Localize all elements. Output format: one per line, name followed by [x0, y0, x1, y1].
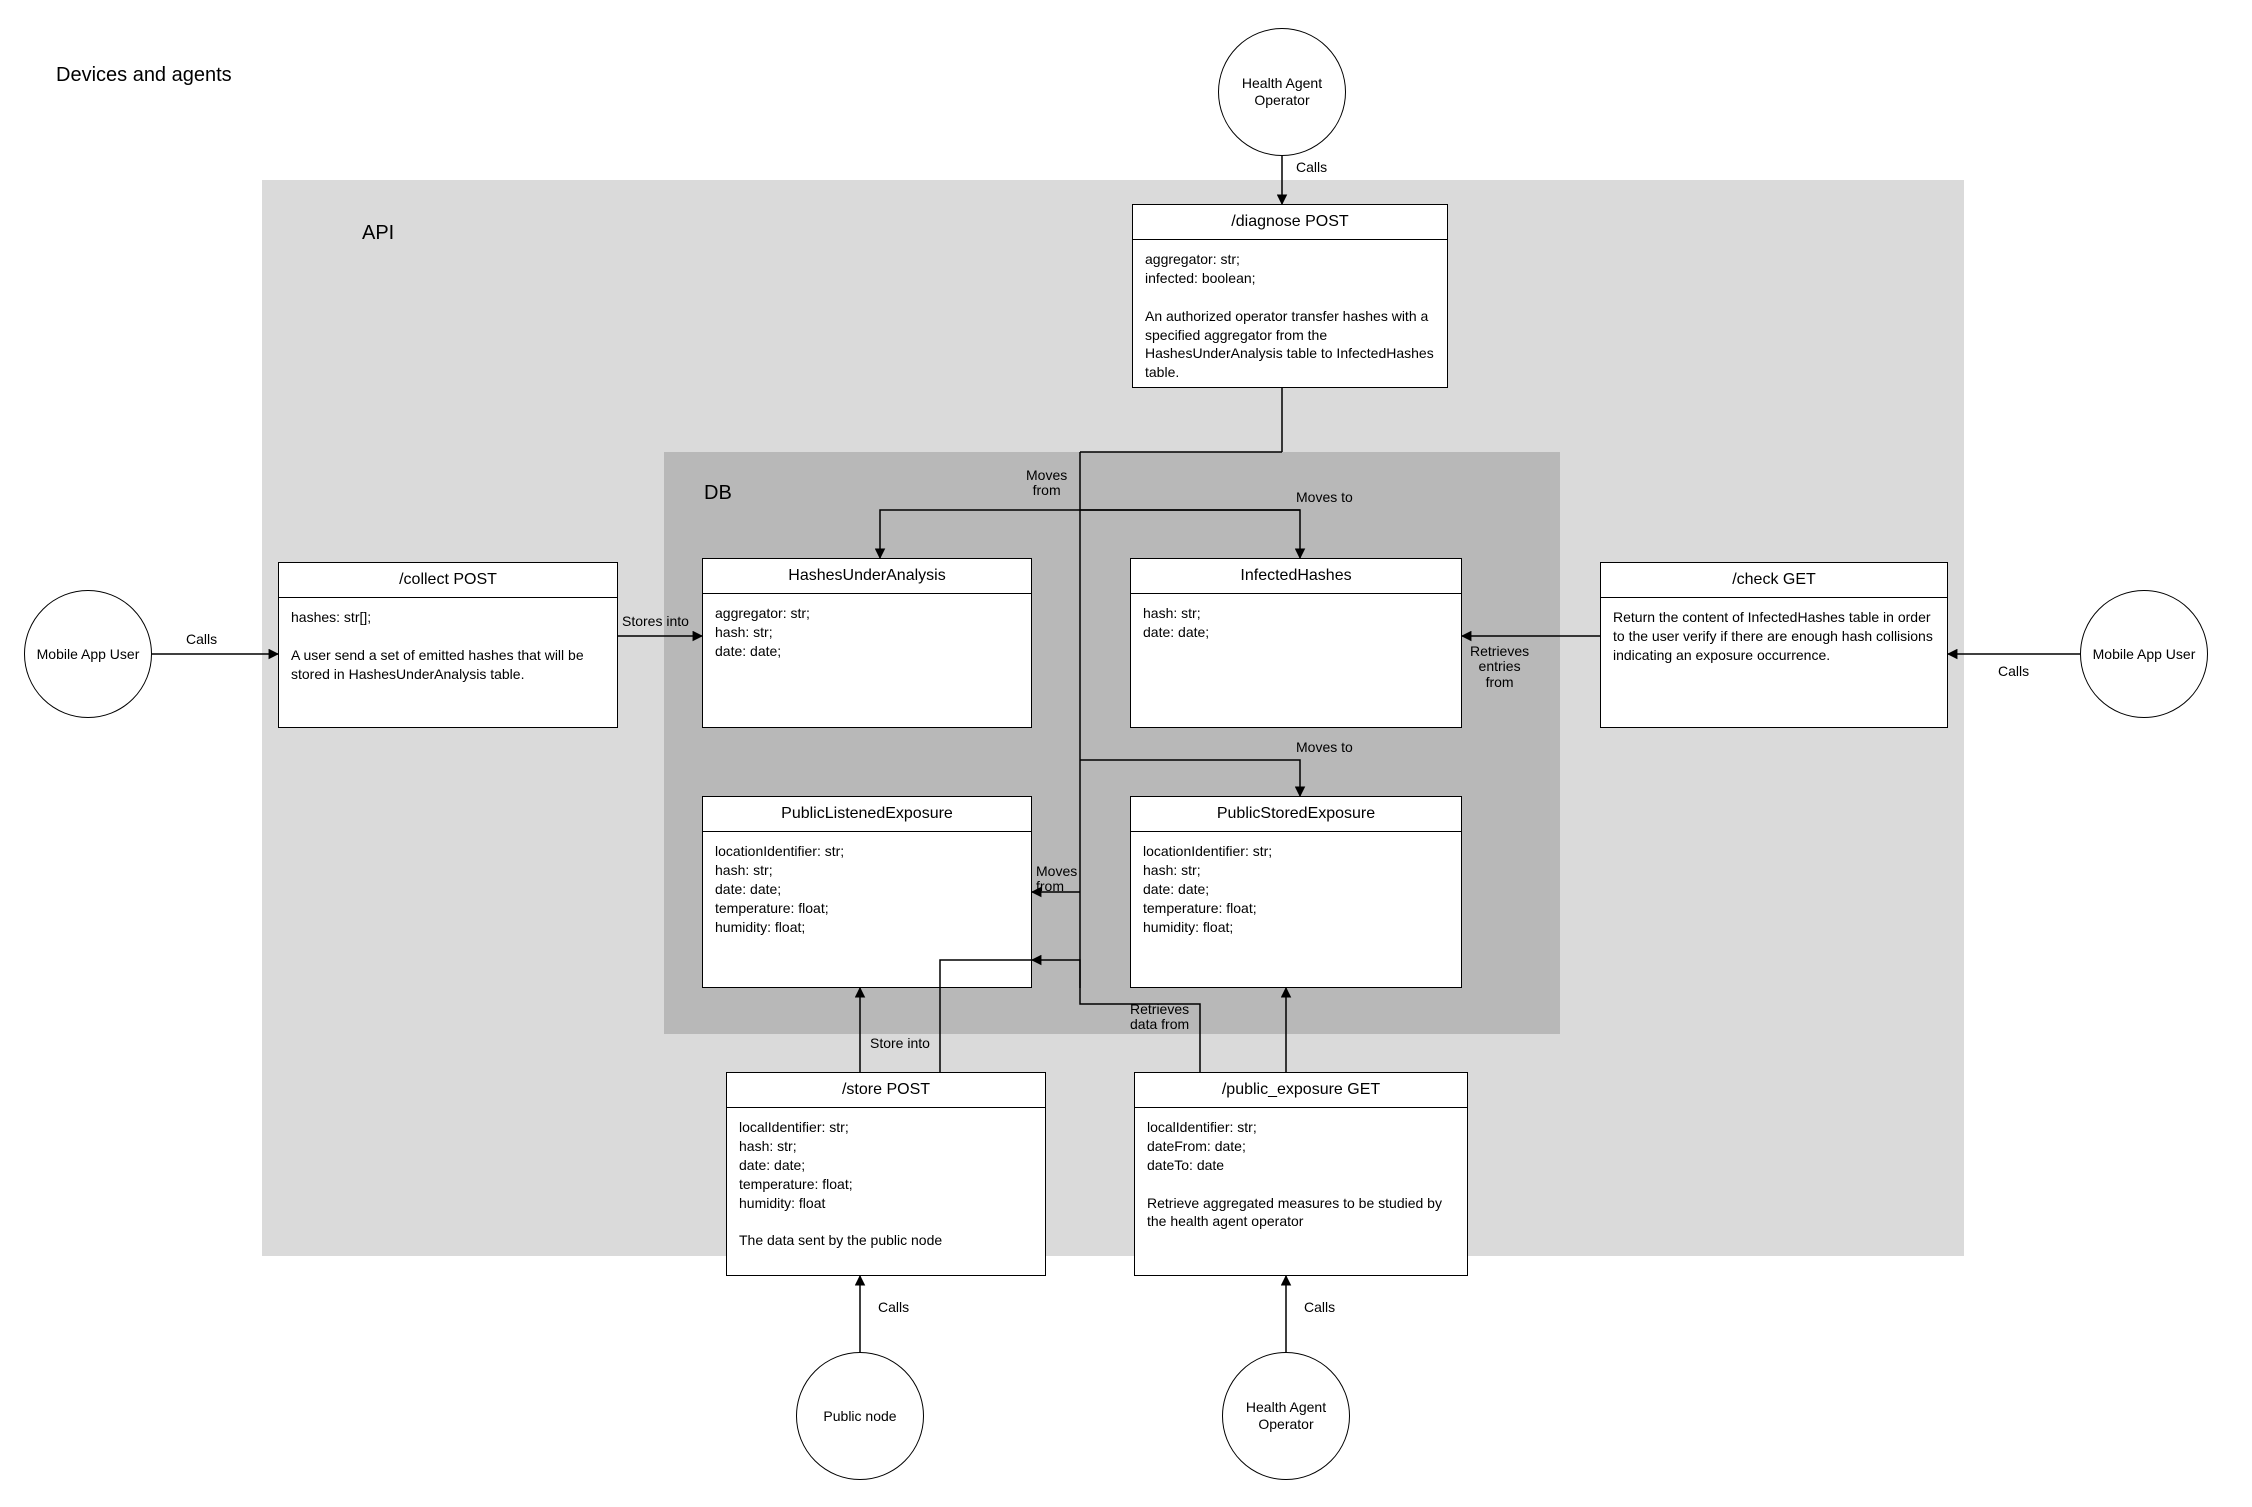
box-public-exposure-title: /public_exposure GET	[1135, 1073, 1467, 1108]
box-diagnose-title: /diagnose POST	[1133, 205, 1447, 240]
box-public-exposure-body: localIdentifier: str; dateFrom: date; da…	[1135, 1108, 1467, 1241]
actor-mobile-left: Mobile App User	[24, 590, 152, 718]
box-collect: /collect POST hashes: str[]; A user send…	[278, 562, 618, 728]
box-check-body: Return the content of InfectedHashes tab…	[1601, 598, 1947, 675]
box-ps-body: locationIdentifier: str; hash: str; date…	[1131, 832, 1461, 946]
label-store-into-bottom: Store into	[870, 1036, 930, 1051]
box-pl-title: PublicListenedExposure	[703, 797, 1031, 832]
label-calls-right: Calls	[1998, 664, 2029, 679]
box-diagnose-body: aggregator: str; infected: boolean; An a…	[1133, 240, 1447, 392]
box-public-listened: PublicListenedExposure locationIdentifie…	[702, 796, 1032, 988]
box-public-exposure: /public_exposure GET localIdentifier: st…	[1134, 1072, 1468, 1276]
label-retrieves-entries: Retrieves entries from	[1470, 644, 1529, 690]
box-collect-body: hashes: str[]; A user send a set of emit…	[279, 598, 617, 694]
actor-health-bottom: Health Agent Operator	[1222, 1352, 1350, 1480]
api-region-label: API	[362, 222, 394, 245]
box-store: /store POST localIdentifier: str; hash: …	[726, 1072, 1046, 1276]
box-store-title: /store POST	[727, 1073, 1045, 1108]
label-stores-into: Stores into	[622, 614, 689, 629]
label-moves-from-mid: Moves from	[1036, 864, 1077, 895]
label-calls-health: Calls	[1304, 1300, 1335, 1315]
box-store-body: localIdentifier: str; hash: str; date: d…	[727, 1108, 1045, 1260]
page-title: Devices and agents	[56, 64, 232, 87]
diagram-canvas: Devices and agents API DB Mobile App Use…	[0, 0, 2252, 1507]
actor-public-node: Public node	[796, 1352, 924, 1480]
actor-mobile-right: Mobile App User	[2080, 590, 2208, 718]
label-calls-left: Calls	[186, 632, 217, 647]
box-ih-title: InfectedHashes	[1131, 559, 1461, 594]
label-moves-from-top: Moves from	[1026, 468, 1067, 499]
box-public-stored: PublicStoredExposure locationIdentifier:…	[1130, 796, 1462, 988]
label-calls-top: Calls	[1296, 160, 1327, 175]
box-pl-body: locationIdentifier: str; hash: str; date…	[703, 832, 1031, 946]
db-region-label: DB	[704, 482, 732, 505]
box-check-title: /check GET	[1601, 563, 1947, 598]
label-moves-to-mid: Moves to	[1296, 740, 1353, 755]
box-hashes-under-analysis: HashesUnderAnalysis aggregator: str; has…	[702, 558, 1032, 728]
box-infected-hashes: InfectedHashes hash: str; date: date;	[1130, 558, 1462, 728]
label-calls-public: Calls	[878, 1300, 909, 1315]
actor-health-top: Health Agent Operator	[1218, 28, 1346, 156]
box-ih-body: hash: str; date: date;	[1131, 594, 1461, 652]
box-hua-title: HashesUnderAnalysis	[703, 559, 1031, 594]
box-collect-title: /collect POST	[279, 563, 617, 598]
box-ps-title: PublicStoredExposure	[1131, 797, 1461, 832]
box-hua-body: aggregator: str; hash: str; date: date;	[703, 594, 1031, 671]
box-diagnose: /diagnose POST aggregator: str; infected…	[1132, 204, 1448, 388]
box-check: /check GET Return the content of Infecte…	[1600, 562, 1948, 728]
label-moves-to-top: Moves to	[1296, 490, 1353, 505]
label-retrieves-data: Retrieves data from	[1130, 1002, 1189, 1033]
